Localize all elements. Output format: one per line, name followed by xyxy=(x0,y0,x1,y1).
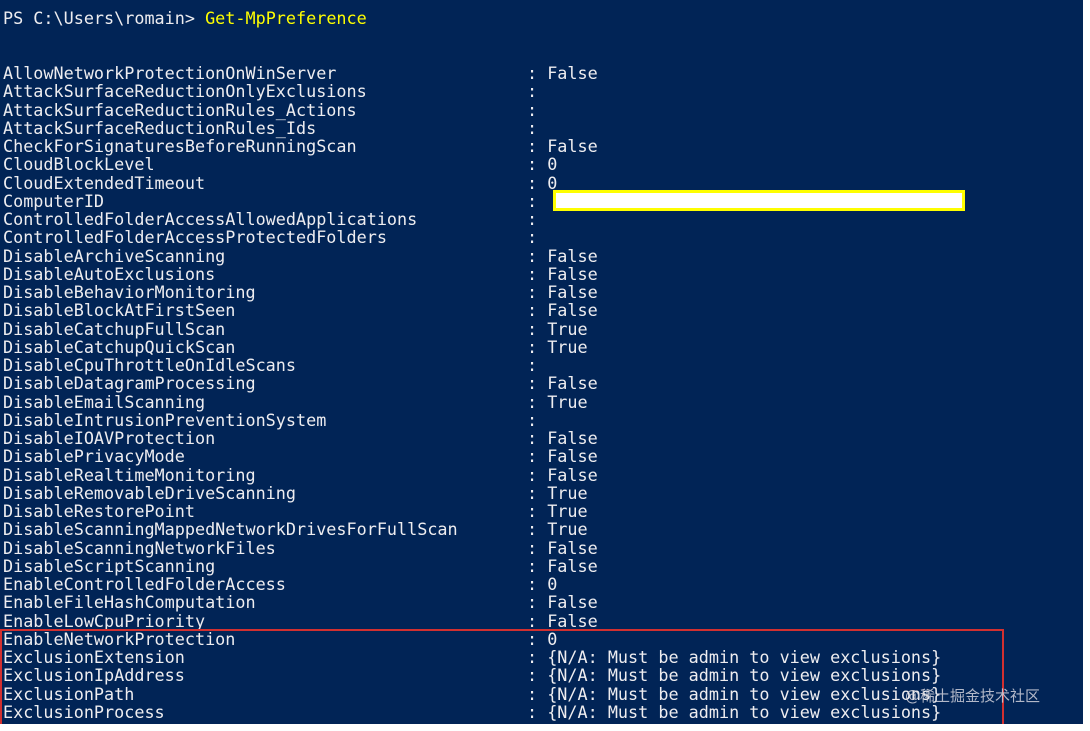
property-value: : False xyxy=(527,428,598,448)
property-value: : False xyxy=(527,555,598,576)
property-name: DisableIntrusionPreventionSystem xyxy=(3,409,327,430)
property-value: : 0 xyxy=(527,154,558,175)
property-name: DisableIOAVProtection xyxy=(3,428,216,448)
property-name: DisableScanningNetworkFiles xyxy=(3,537,276,558)
property-value: : True xyxy=(527,501,588,521)
property-name: CheckForSignaturesBeforeRunningScan xyxy=(3,136,357,156)
property-value: : False xyxy=(527,245,598,266)
property-value: : 0 xyxy=(527,172,558,193)
property-value: : True xyxy=(527,391,588,412)
property-name: DisableBlockAtFirstSeen xyxy=(3,300,236,321)
exclusions-highlight-box xyxy=(0,629,1004,724)
property-name: DisableScriptScanning xyxy=(3,555,216,576)
property-name: AttackSurfaceReductionRules_Actions xyxy=(3,99,357,120)
property-value: : True xyxy=(527,482,588,503)
property-name: CloudExtendedTimeout xyxy=(3,172,206,193)
property-name: DisableCatchupQuickScan xyxy=(3,336,236,357)
property-value: : False xyxy=(527,373,598,394)
property-name: DisableAutoExclusions xyxy=(3,263,216,284)
property-value: : xyxy=(527,190,538,211)
watermark-text: @稀土掘金技术社区 xyxy=(905,687,1041,705)
command-prompt-line: PS C:\Users\romain> Get-MpPreference xyxy=(3,9,367,27)
property-name: DisableArchiveScanning xyxy=(3,245,226,266)
property-name: ComputerID xyxy=(3,190,105,211)
prompt-command: Get-MpPreference xyxy=(205,8,367,28)
property-name: DisableRestorePoint xyxy=(3,501,195,521)
property-name: AttackSurfaceReductionRules_Ids xyxy=(3,117,317,138)
property-name: DisableCatchupFullScan xyxy=(3,318,226,339)
property-value: : False xyxy=(527,446,598,467)
property-name: AttackSurfaceReductionOnlyExclusions xyxy=(3,81,367,102)
property-value: : False xyxy=(527,263,598,284)
property-name: ControlledFolderAccessProtectedFolders xyxy=(3,227,387,248)
property-value: : False xyxy=(527,300,598,321)
property-value: : xyxy=(527,355,538,375)
property-name: DisablePrivacyMode xyxy=(3,446,185,467)
property-value: : False xyxy=(527,63,598,83)
property-value: : False xyxy=(527,592,598,613)
property-name: EnableFileHashComputation xyxy=(3,592,256,613)
property-name: DisableCpuThrottleOnIdleScans xyxy=(3,355,296,375)
property-name: ControlledFolderAccessAllowedApplication… xyxy=(3,209,418,229)
powershell-console[interactable]: PS C:\Users\romain> Get-MpPreference All… xyxy=(0,0,1083,724)
property-value: : 0 xyxy=(527,574,558,594)
property-name: DisableRemovableDriveScanning xyxy=(3,482,296,503)
property-name: DisableDatagramProcessing xyxy=(3,373,256,394)
property-value: : xyxy=(527,99,538,120)
property-value: : xyxy=(527,209,538,229)
property-value: : False xyxy=(527,464,598,485)
property-name: AllowNetworkProtectionOnWinServer xyxy=(3,63,337,83)
property-name: CloudBlockLevel xyxy=(3,154,155,175)
property-value: : xyxy=(527,227,538,248)
computer-id-redaction xyxy=(553,190,965,211)
property-name: EnableLowCpuPriority xyxy=(3,610,206,631)
property-name: DisableRealtimeMonitoring xyxy=(3,464,256,485)
property-value: : False xyxy=(527,136,598,156)
property-value: : xyxy=(527,81,538,102)
prompt-path: PS C:\Users\romain> xyxy=(3,8,206,28)
property-name: EnableControlledFolderAccess xyxy=(3,574,286,594)
property-value: : False xyxy=(527,537,598,558)
property-value: : xyxy=(527,117,538,138)
property-name: DisableEmailScanning xyxy=(3,391,206,412)
property-value: : False xyxy=(527,282,598,302)
property-name: DisableBehaviorMonitoring xyxy=(3,282,256,302)
property-value: : True xyxy=(527,519,588,540)
property-value: : True xyxy=(527,318,588,339)
property-value: : False xyxy=(527,610,598,631)
property-value: : xyxy=(527,409,538,430)
property-value: : True xyxy=(527,336,588,357)
property-name: DisableScanningMappedNetworkDrivesForFul… xyxy=(3,519,458,540)
